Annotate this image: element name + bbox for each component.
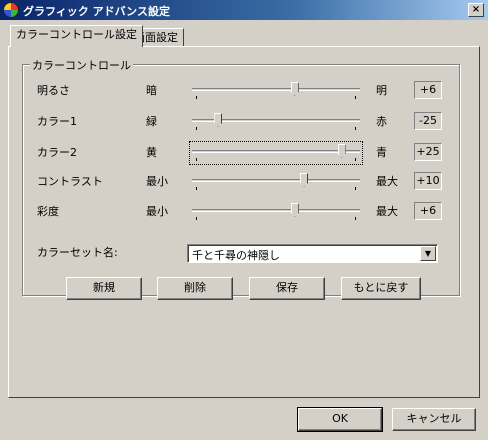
color2-min-label: 黄 (146, 146, 157, 159)
slider-thumb[interactable] (214, 113, 223, 127)
contrast-slider[interactable] (192, 173, 360, 191)
saturation-slider[interactable] (192, 203, 360, 221)
brightness-min-label: 暗 (146, 84, 157, 97)
group-label: カラーコントロール (30, 57, 133, 73)
chevron-down-icon[interactable]: ▼ (420, 246, 436, 261)
slider-thumb[interactable] (290, 82, 299, 96)
saturation-min-label: 最小 (146, 205, 168, 218)
slider-thumb[interactable] (290, 203, 299, 217)
color1-max-label: 赤 (376, 115, 387, 128)
contrast-value: +10 (414, 172, 442, 190)
color1-min-label: 緑 (146, 115, 157, 128)
brightness-max-label: 明 (376, 84, 387, 97)
brightness-value: +6 (414, 81, 442, 99)
new-button[interactable]: 新規 (66, 277, 142, 300)
colorset-value: 千と千尋の神隠し (192, 249, 280, 262)
window-title: グラフィック アドバンス設定 (23, 5, 170, 18)
delete-button[interactable]: 削除 (157, 277, 233, 300)
saturation-max-label: 最大 (376, 205, 398, 218)
ok-button[interactable]: OK (297, 407, 383, 432)
app-logo-icon (3, 2, 19, 18)
contrast-label: コントラスト (37, 175, 103, 188)
color1-label: カラー1 (37, 115, 77, 128)
slider-thumb[interactable] (337, 144, 346, 158)
cancel-button[interactable]: キャンセル (392, 408, 476, 431)
contrast-min-label: 最小 (146, 175, 168, 188)
color1-slider[interactable] (192, 113, 360, 131)
color2-max-label: 青 (376, 146, 387, 159)
color2-value: +25 (414, 143, 442, 161)
color1-value: -25 (414, 112, 442, 130)
advanced-graphics-dialog: グラフィック アドバンス設定 × カラーコントロール設定 画面設定 カラーコント… (0, 0, 488, 440)
colorset-label: カラーセット名: (37, 246, 118, 259)
colorset-select[interactable]: 千と千尋の神隠し ▼ (187, 244, 438, 263)
close-button[interactable]: × (468, 3, 484, 17)
revert-button[interactable]: もとに戻す (341, 277, 421, 300)
contrast-max-label: 最大 (376, 175, 398, 188)
title-bar[interactable]: グラフィック アドバンス設定 × (0, 0, 488, 20)
tab-color-control[interactable]: カラーコントロール設定 (10, 25, 143, 47)
brightness-label: 明るさ (37, 84, 70, 97)
color2-slider[interactable] (189, 141, 363, 165)
color2-label: カラー2 (37, 146, 77, 159)
saturation-label: 彩度 (37, 205, 59, 218)
saturation-value: +6 (414, 202, 442, 220)
slider-thumb[interactable] (300, 173, 309, 187)
brightness-slider[interactable] (192, 82, 360, 100)
save-button[interactable]: 保存 (249, 277, 325, 300)
